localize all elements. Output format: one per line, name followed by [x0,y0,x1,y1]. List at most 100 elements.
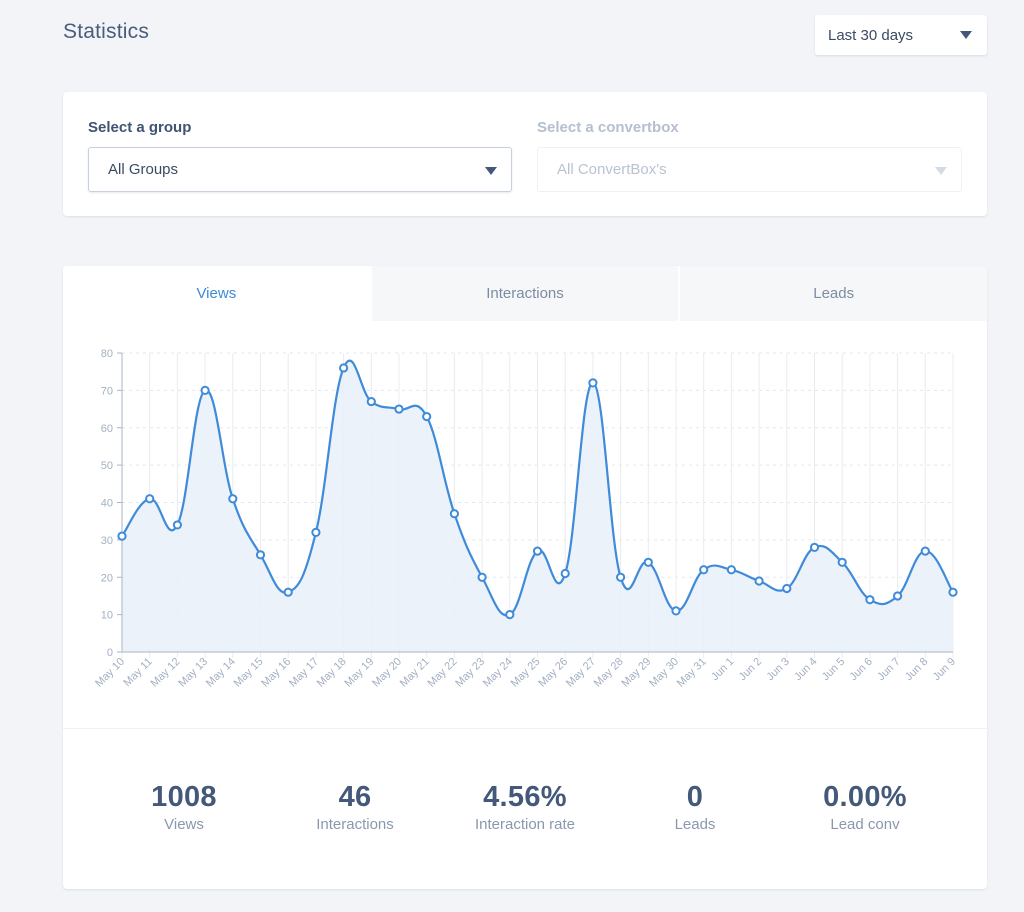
views-chart: 0 10 20 30 40 50 60 70 80 May 10May 11May 12 May 1… [93,348,959,690]
data-point [200,385,210,395]
stat-interactions: 46 Interactions [265,781,445,833]
data-point [837,557,847,567]
data-point [505,610,515,620]
stat-value: 1008 [151,781,217,813]
x-tick-label: May 25 [509,656,543,690]
tab-views[interactable]: Views [63,266,370,321]
data-point [449,509,459,519]
data-point [643,557,653,567]
data-point [339,363,349,373]
chart-card: 0 10 20 30 40 50 60 70 80 May 10 May 11 May 12 May 1… [63,266,987,889]
page-title: Statistics [63,20,150,43]
y-tick-label: 0 [107,647,113,659]
data-point [255,550,266,560]
convertbox-label: Select a convertbox [537,119,679,136]
data-point [865,595,875,605]
x-tick-label: May 11 [121,656,154,689]
tab-leads[interactable]: Leads [678,266,987,321]
caret-down-icon [485,167,497,175]
data-point [616,572,626,582]
stat-label: Views [164,816,204,833]
x-tick-label: May 24 [481,656,515,690]
data-point [283,587,293,597]
data-point [477,572,487,582]
stat-value: 0 [686,781,704,813]
data-point [754,576,764,586]
data-point [809,542,820,552]
group-label: Select a group [88,119,192,136]
y-tick-label: 30 [101,535,113,547]
x-tick-label: Jun 9 [931,656,959,684]
date-range-select[interactable]: Last 30 days [815,15,987,55]
data-point [311,527,321,537]
x-tick-label: May 28 [592,656,626,690]
x-tick-label: May 26 [536,656,570,690]
stat-label: Interaction rate [474,816,576,833]
data-point [948,587,958,597]
x-tick-label: Jun 6 [847,656,875,684]
x-tick-label: May 17 [287,656,321,690]
x-tick-label: May 14 [204,656,238,690]
x-tick-label: May 22 [426,656,460,690]
caret-down-icon [960,31,972,39]
metric-tabs: Views Interactions Leads [63,266,987,321]
x-tick-label: Jun 4 [792,656,820,684]
x-tick-label: May 23 [453,656,487,690]
data-point [422,411,432,422]
tab-label: Interactions [486,285,564,302]
convertbox-select[interactable]: All ConvertBox's [537,147,962,192]
stat-label: Leads [674,816,716,833]
filter-card: Select a group All Groups Select a conve… [63,92,987,216]
x-tick-label: Jun 8 [903,656,931,684]
x-tick-label: Jun 5 [820,656,848,684]
caret-down-icon [935,167,947,175]
stat-views: 1008 Views [94,781,274,833]
data-point [588,378,598,388]
data-point [532,546,543,556]
data-point [893,591,903,601]
data-point [366,396,376,407]
stats-summary: 1008 Views 46 Interactions 4.56% Interac… [63,729,987,889]
y-tick-label: 20 [101,572,113,584]
stat-value: 4.56% [483,781,567,813]
tab-label: Views [196,285,237,302]
data-point [920,546,930,556]
x-tick-label: Jun 2 [737,656,765,684]
stat-lead-conv: 0.00% Lead conv [775,781,955,833]
y-tick-label: 40 [101,498,113,510]
x-tick-label: May 10 [93,656,127,690]
x-tick-label: May 18 [315,656,349,690]
data-point [560,568,570,579]
x-tick-label: May 31 [675,656,709,690]
x-tick-label: May 29 [619,656,653,690]
x-tick-label: May 21 [398,656,432,690]
stat-label: Interactions [316,816,394,833]
y-tick-label: 50 [101,460,113,472]
x-tick-label: Jun 3 [764,656,792,684]
x-tick-label: Jun 1 [709,656,737,684]
tab-interactions[interactable]: Interactions [369,266,679,321]
group-select[interactable]: All Groups [88,147,512,192]
stat-interaction-rate: 4.56% Interaction rate [435,781,615,833]
data-point [117,531,127,541]
x-tick-label: May 20 [370,656,404,690]
y-tick-label: 10 [101,610,113,622]
data-point [394,404,404,414]
stat-value: 46 [338,781,372,813]
y-tick-label: 60 [101,423,113,435]
x-tick-label: Jun 7 [875,656,903,684]
tab-label: Leads [813,285,855,302]
x-tick-label: May 15 [232,656,266,690]
data-point [726,565,737,575]
x-tick-label: May 12 [149,656,183,690]
stat-leads: 0 Leads [605,781,785,833]
data-point [782,583,792,594]
data-point [145,494,155,504]
data-point [172,520,183,530]
x-tick-label: May 16 [259,656,293,690]
data-point [699,565,709,575]
y-tick-label: 80 [101,348,113,360]
date-range-value: Last 30 days [828,26,914,44]
x-tick-label: May 19 [342,656,376,690]
y-tick-label: 70 [101,385,113,397]
